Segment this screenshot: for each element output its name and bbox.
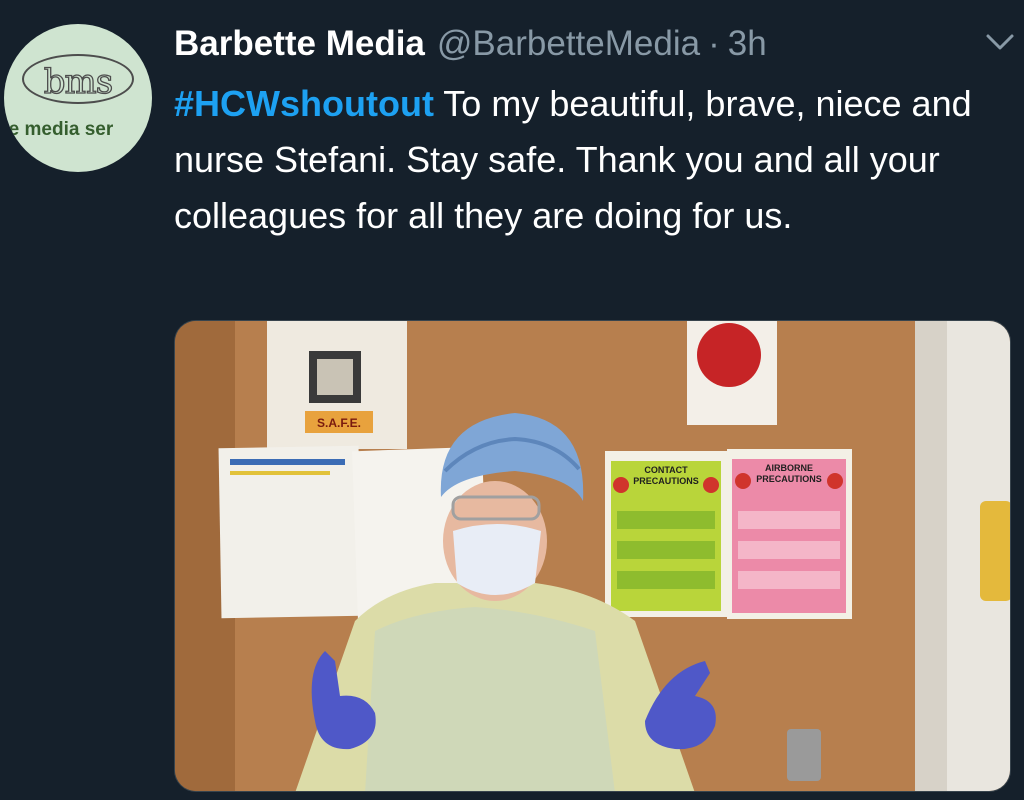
airborne-sign-line1: AIRBORNE (765, 463, 813, 473)
avatar[interactable]: bms tte media ser (4, 24, 152, 172)
photo-illustration: S.A.F.E. CONTACT PRECAUTIONS AIRBORNE PR… (175, 321, 1010, 791)
tweet-header: Barbette Media @BarbetteMedia · 3h (174, 20, 767, 68)
author-name[interactable]: Barbette Media (174, 24, 425, 64)
safe-sign-text: S.A.F.E. (317, 416, 361, 430)
avatar-text: tte media ser (4, 119, 114, 140)
avatar-monogram: bms (43, 61, 114, 102)
contact-sign-line2: PRECAUTIONS (633, 476, 699, 486)
tweet-photo[interactable]: S.A.F.E. CONTACT PRECAUTIONS AIRBORNE PR… (174, 320, 1011, 792)
chevron-down-icon[interactable] (984, 28, 1016, 56)
airborne-sign-line2: PRECAUTIONS (756, 474, 822, 484)
contact-sign-line1: CONTACT (644, 465, 688, 475)
tweet-timestamp[interactable]: 3h (728, 24, 767, 64)
separator-dot: · (708, 24, 720, 63)
hashtag-link[interactable]: #HCWshoutout (174, 83, 434, 124)
tweet-text: #HCWshoutout To my beautiful, brave, nie… (174, 76, 1004, 244)
author-handle[interactable]: @BarbetteMedia (437, 24, 700, 64)
